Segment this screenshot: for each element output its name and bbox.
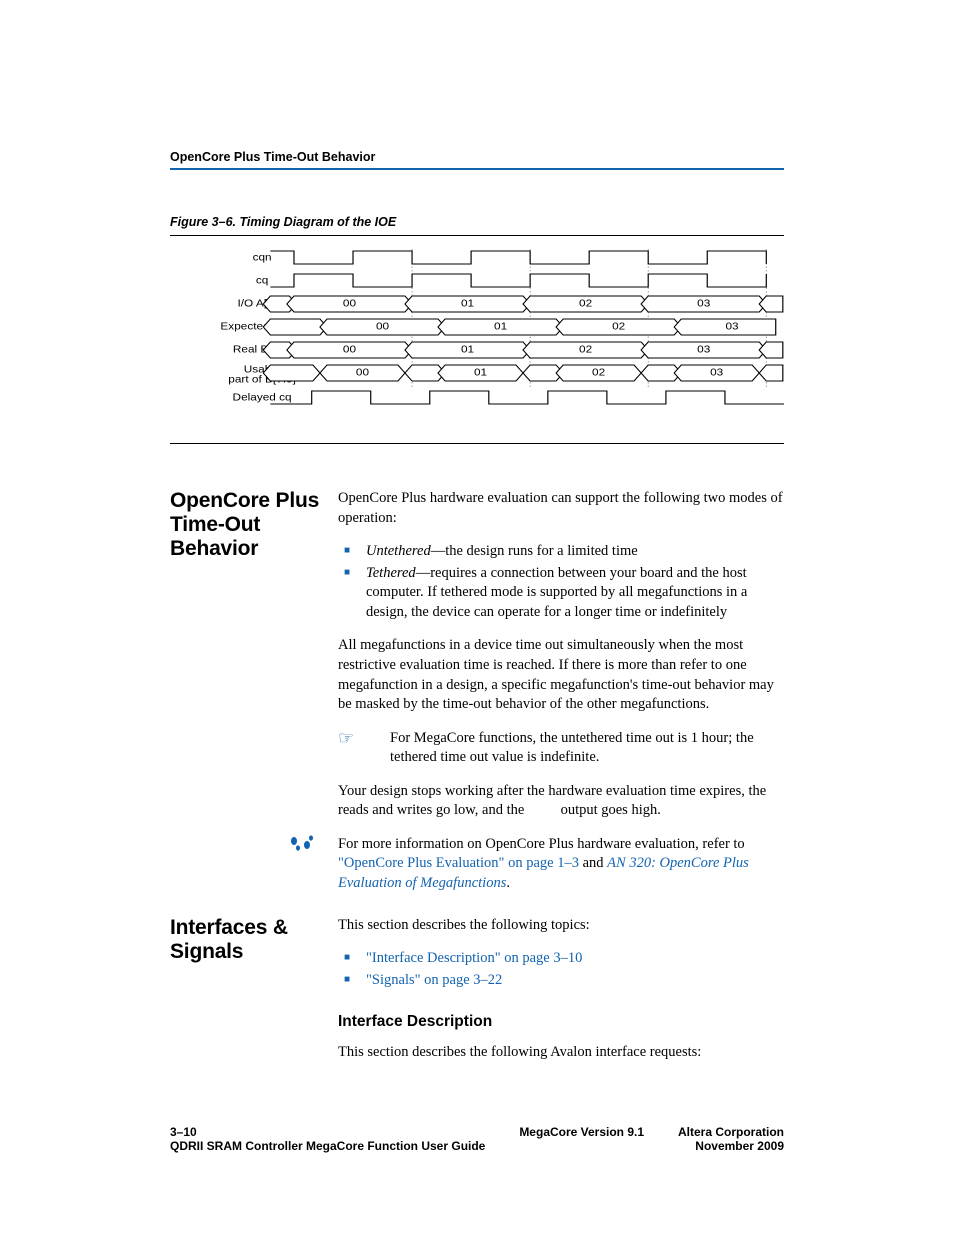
svg-text:00: 00 bbox=[343, 344, 356, 355]
svg-text:02: 02 bbox=[579, 344, 592, 355]
sec2-p2: This section describes the following Ava… bbox=[338, 1043, 784, 1063]
row-label-cq: cq bbox=[256, 275, 268, 286]
footer-version: MegaCore Version 9.1 bbox=[519, 1125, 644, 1139]
footer-company: Altera Corporation bbox=[678, 1125, 784, 1139]
figure-caption: Figure 3–6. Timing Diagram of the IOE bbox=[170, 215, 784, 229]
svg-text:02: 02 bbox=[579, 298, 592, 309]
footer-guide-title: QDRII SRAM Controller MegaCore Function … bbox=[170, 1139, 485, 1153]
link-opencore-eval[interactable]: "OpenCore Plus Evaluation" on page 1–3 bbox=[338, 855, 579, 871]
svg-text:01: 01 bbox=[494, 321, 507, 332]
sec2-link-interface-desc[interactable]: "Interface Description" on page 3–10 bbox=[338, 949, 784, 969]
timing-diagram-figure: cqn cq I/O A[7:0] Expected B[7:0] Real B… bbox=[170, 235, 784, 444]
row-label-cqn: cqn bbox=[253, 252, 272, 263]
svg-text:01: 01 bbox=[461, 344, 474, 355]
svg-text:03: 03 bbox=[710, 367, 723, 378]
sec1-note1: For MegaCore functions, the untethered t… bbox=[390, 729, 784, 768]
running-header: OpenCore Plus Time-Out Behavior bbox=[170, 150, 784, 170]
svg-text:03: 03 bbox=[697, 344, 710, 355]
sec1-bullet-untethered: Untethered—the design runs for a limited… bbox=[338, 542, 784, 562]
subhead-interface-description: Interface Description bbox=[338, 1012, 784, 1033]
svg-text:00: 00 bbox=[356, 367, 369, 378]
svg-text:03: 03 bbox=[697, 298, 710, 309]
svg-text:01: 01 bbox=[461, 298, 474, 309]
section-interfaces-title: Interfaces & Signals bbox=[170, 916, 320, 964]
sec1-p3: Your design stops working after the hard… bbox=[338, 782, 784, 821]
svg-text:00: 00 bbox=[343, 298, 356, 309]
sec1-p2: All megafunctions in a device time out s… bbox=[338, 636, 784, 714]
sec1-ref: For more information on OpenCore Plus ha… bbox=[338, 835, 784, 894]
info-footsteps-icon bbox=[170, 835, 320, 857]
page-footer: 3–10 QDRII SRAM Controller MegaCore Func… bbox=[170, 1125, 784, 1153]
sec1-bullet-tethered: Tethered—requires a connection between y… bbox=[338, 564, 784, 623]
svg-text:00: 00 bbox=[376, 321, 389, 332]
section-opencore-title: OpenCore Plus Time-Out Behavior bbox=[170, 489, 320, 561]
svg-text:02: 02 bbox=[592, 367, 605, 378]
sec2-link-signals[interactable]: "Signals" on page 3–22 bbox=[338, 971, 784, 991]
footer-page-number: 3–10 bbox=[170, 1125, 485, 1139]
footer-date: November 2009 bbox=[678, 1139, 784, 1153]
svg-text:01: 01 bbox=[474, 367, 487, 378]
hand-note-icon: ☞ bbox=[338, 729, 364, 768]
row-label-dcq: Delayed cq bbox=[233, 392, 292, 403]
sec1-p1: OpenCore Plus hardware evaluation can su… bbox=[338, 489, 784, 528]
sec2-p1: This section describes the following top… bbox=[338, 916, 784, 936]
svg-text:02: 02 bbox=[612, 321, 625, 332]
svg-text:03: 03 bbox=[725, 321, 738, 332]
